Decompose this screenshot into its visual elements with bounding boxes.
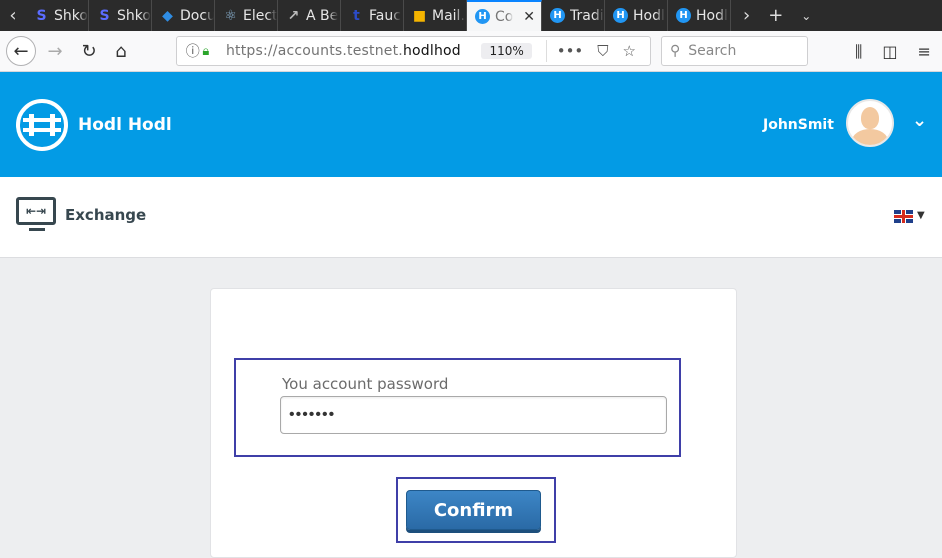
back-button[interactable]: ← [6, 36, 36, 66]
library-icon[interactable]: ⫼ [855, 42, 862, 62]
menu-icon[interactable]: ≡ [918, 42, 931, 61]
browser-tab[interactable]: S Shko [26, 0, 89, 31]
browser-tab[interactable]: H Co ✕ [467, 0, 542, 31]
exchange-monitor-icon[interactable]: ⇤⇥ [16, 197, 56, 225]
confirm-button[interactable]: Confirm [406, 490, 541, 530]
tab-label: Tradi [570, 7, 604, 24]
hodlhodl-logo-icon[interactable] [16, 99, 68, 151]
search-input[interactable]: Search [688, 43, 736, 59]
tab-list-dropdown-icon[interactable]: ⌄ [801, 9, 811, 23]
url-text[interactable]: https://accounts.testnet.hodlhod [226, 43, 474, 59]
url-divider [545, 40, 547, 62]
tab-favicon-icon: H [550, 8, 565, 23]
browser-tab[interactable]: ◆ Docu [152, 0, 215, 31]
tab-favicon-icon: ■ [412, 7, 427, 24]
pocket-icon[interactable]: ⛉ [597, 42, 608, 60]
browser-tab[interactable]: H Tradi [542, 0, 605, 31]
browser-tab[interactable]: H Hodl [668, 0, 731, 31]
site-info-icon[interactable]: ⓘ [183, 41, 202, 61]
tab-strip-controls: › + ⌄ [731, 0, 811, 31]
tab-label: Fauc [369, 7, 401, 24]
lock-icon[interactable]: 🔒︎ [202, 44, 218, 59]
tab-label: Elect [243, 7, 277, 24]
tab-favicon-icon: ↗ [287, 7, 300, 24]
tab-label: Shko [54, 7, 88, 24]
browser-tab[interactable]: ⚛ Elect [215, 0, 278, 31]
browser-tab[interactable]: S Shko [89, 0, 152, 31]
language-caret-icon[interactable]: ▼ [917, 210, 925, 221]
tab-favicon-icon: H [676, 8, 691, 23]
bookmark-star-icon[interactable]: ☆ [623, 42, 636, 60]
tab-favicon-icon: t [353, 7, 360, 24]
search-box[interactable]: ⚲ Search [661, 36, 808, 66]
section-bar: ⇤⇥ Exchange ▼ [0, 177, 942, 258]
tab-scroll-right-icon[interactable]: › [743, 5, 750, 26]
username[interactable]: JohnSmit [763, 117, 834, 133]
tab-scroll-left-icon[interactable]: ‹ [0, 0, 26, 31]
password-input[interactable] [280, 396, 667, 434]
avatar[interactable] [846, 99, 894, 147]
app-header: Hodl Hodl JohnSmit ⌄ [0, 72, 942, 177]
search-icon: ⚲ [670, 43, 681, 59]
tab-label: Hodl [633, 7, 665, 24]
tab-favicon-icon: ⚛ [224, 7, 237, 24]
tab-label: Co [495, 8, 514, 25]
tab-label: Docu [180, 7, 214, 24]
tab-close-icon[interactable]: ✕ [523, 9, 535, 25]
browser-tab[interactable]: ■ Mail. [404, 0, 467, 31]
zoom-level[interactable]: 110% [481, 43, 532, 59]
uk-flag-icon[interactable] [894, 210, 913, 223]
tab-favicon-icon: S [99, 7, 110, 24]
address-bar[interactable]: ⓘ 🔒︎ https://accounts.testnet.hodlhod 11… [176, 36, 651, 66]
tab-favicon-icon: H [613, 8, 628, 23]
reload-button[interactable]: ↻ [74, 36, 104, 66]
tab-favicon-icon: S [36, 7, 47, 24]
tab-label: Mail. [432, 7, 465, 24]
new-tab-button[interactable]: + [768, 5, 783, 26]
tab-favicon-icon: ◆ [162, 7, 173, 24]
tab-list: S Shko S Shko ◆ Docu ⚛ Elect ↗ A Be t Fauc ■ Mail. H Co… [26, 0, 731, 31]
tab-favicon-icon: H [475, 9, 490, 24]
monitor-stand [29, 228, 45, 231]
browser-tab[interactable]: t Fauc [341, 0, 404, 31]
forward-button[interactable]: → [40, 36, 70, 66]
tab-label: Shko [117, 7, 151, 24]
toolbar-right: ⫼ ◫ ≡ [855, 31, 931, 72]
browser-tab[interactable]: H Hodl [605, 0, 668, 31]
tab-label: Hodl [696, 7, 728, 24]
password-label: You account password [282, 375, 449, 393]
browser-tab-strip: ‹ S Shko S Shko ◆ Docu ⚛ Elect ↗ A Be t Fauc ■ Mail. H… [0, 0, 942, 31]
sidebar-icon[interactable]: ◫ [882, 42, 897, 61]
browser-nav-bar: ← → ↻ ⌂ ⓘ 🔒︎ https://accounts.testnet.ho… [0, 31, 942, 72]
section-title[interactable]: Exchange [65, 206, 146, 224]
chevron-down-icon[interactable]: ⌄ [912, 110, 927, 131]
tab-label: A Be [306, 7, 339, 24]
brand-name[interactable]: Hodl Hodl [78, 115, 172, 135]
home-button[interactable]: ⌂ [106, 36, 136, 66]
browser-tab[interactable]: ↗ A Be [278, 0, 341, 31]
page-actions-icon[interactable]: ••• [557, 42, 584, 60]
